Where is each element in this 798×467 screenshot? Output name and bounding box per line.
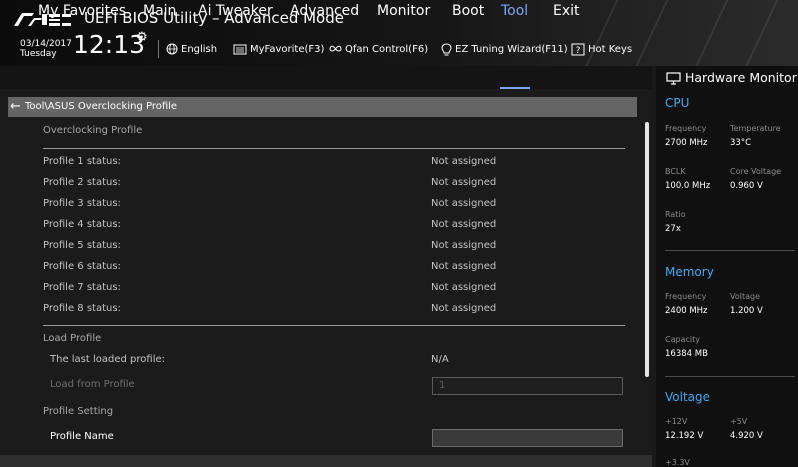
- voltage-12v-label: +12V: [665, 417, 688, 426]
- section-load-profile: Load Profile: [43, 333, 102, 344]
- profile-7-status-label: Profile 7 status:: [43, 282, 121, 293]
- tab-tool[interactable]: Tool: [501, 2, 528, 21]
- cpu-frequency-value: 2700 MHz: [665, 138, 708, 148]
- hot-keys-label: Hot Keys: [588, 43, 633, 55]
- svg-text:?: ?: [576, 46, 581, 56]
- day-display: Tuesday: [20, 49, 57, 59]
- hw-section-voltage: Voltage: [665, 390, 711, 404]
- load-from-profile-label: Load from Profile: [50, 379, 135, 390]
- memory-frequency-label: Frequency: [665, 292, 707, 301]
- profile-1-status-value: Not assigned: [431, 156, 497, 167]
- hot-keys-button[interactable]: ? Hot Keys: [571, 40, 632, 58]
- profile-5-status-value: Not assigned: [431, 240, 497, 251]
- gear-icon[interactable]: ⚙: [136, 31, 148, 45]
- memory-voltage-label: Voltage: [730, 292, 761, 301]
- main-menu-bar: [0, 66, 652, 89]
- cpu-bclk-value: 100.0 MHz: [665, 181, 711, 191]
- breadcrumb: Tool\ASUS Overclocking Profile: [25, 101, 178, 112]
- cpu-bclk-label: BCLK: [665, 167, 686, 176]
- scrollbar[interactable]: [645, 122, 649, 377]
- back-arrow-icon[interactable]: ←: [10, 99, 21, 115]
- profile-4-status-label: Profile 4 status:: [43, 219, 121, 230]
- profile-3-status-value: Not assigned: [431, 198, 497, 209]
- profile-6-status-value: Not assigned: [431, 261, 497, 272]
- fan-icon: [329, 45, 342, 52]
- hw-divider: [665, 250, 795, 251]
- profile-2-status-label: Profile 2 status:: [43, 177, 121, 188]
- hardware-monitor-label: Hardware Monitor: [685, 70, 797, 85]
- qfan-control-label: Qfan Control(F6): [345, 43, 429, 55]
- myfavorite-label: MyFavorite(F3): [250, 43, 325, 55]
- profile-name-label: Profile Name: [50, 431, 114, 442]
- section-divider: [43, 325, 625, 326]
- globe-icon: [166, 43, 178, 55]
- cpu-temperature-value: 33°C: [730, 138, 752, 148]
- profile-6-status-label: Profile 6 status:: [43, 261, 121, 272]
- load-from-profile-input[interactable]: 1: [432, 377, 623, 395]
- tab-main[interactable]: Main: [143, 2, 176, 21]
- tab-my-favorites[interactable]: My Favorites: [38, 2, 126, 21]
- last-loaded-profile-label: The last loaded profile:: [50, 354, 165, 365]
- memory-capacity-label: Capacity: [665, 335, 700, 344]
- profile-4-status-value: Not assigned: [431, 219, 497, 230]
- cpu-core-voltage-value: 0.960 V: [730, 181, 763, 191]
- ez-tuning-wizard-button[interactable]: EZ Tuning Wizard(F11): [441, 40, 568, 58]
- tab-exit[interactable]: Exit: [553, 2, 580, 21]
- hw-divider: [665, 376, 795, 377]
- myfavorite-button[interactable]: MyFavorite(F3): [233, 40, 324, 58]
- tab-monitor[interactable]: Monitor: [377, 2, 430, 21]
- cpu-ratio-value: 27x: [665, 224, 681, 234]
- voltage-3v3-label: +3.3V: [665, 458, 690, 467]
- profile-7-status-value: Not assigned: [431, 282, 497, 293]
- memory-capacity-value: 16384 MB: [665, 349, 708, 359]
- bulb-icon: [441, 42, 452, 55]
- date-display: 03/14/2017: [20, 39, 72, 49]
- profile-name-input[interactable]: [432, 429, 623, 447]
- profile-3-status-label: Profile 3 status:: [43, 198, 121, 209]
- help-icon: ?: [571, 43, 585, 56]
- section-overclocking-profile: Overclocking Profile: [43, 125, 143, 136]
- profile-8-status-label: Profile 8 status:: [43, 303, 121, 314]
- section-divider: [43, 148, 625, 149]
- cpu-ratio-label: Ratio: [665, 210, 686, 219]
- hw-section-cpu: CPU: [665, 96, 690, 110]
- voltage-5v-value: 4.920 V: [730, 431, 763, 441]
- profile-1-status-label: Profile 1 status:: [43, 156, 121, 167]
- qfan-control-button[interactable]: Qfan Control(F6): [329, 40, 428, 58]
- tab-ai-tweaker[interactable]: Ai Tweaker: [198, 2, 273, 21]
- tab-boot[interactable]: Boot: [452, 2, 484, 21]
- memory-voltage-value: 1.200 V: [730, 306, 763, 316]
- section-profile-setting: Profile Setting: [43, 406, 114, 417]
- ez-tuning-wizard-label: EZ Tuning Wizard(F11): [455, 43, 568, 55]
- profile-2-status-value: Not assigned: [431, 177, 497, 188]
- cpu-frequency-label: Frequency: [665, 124, 707, 133]
- monitor-icon: [666, 71, 681, 85]
- hardware-monitor-title: Hardware Monitor: [666, 69, 797, 87]
- header-divider: [158, 40, 159, 58]
- cpu-temperature-label: Temperature: [730, 124, 781, 133]
- profile-8-status-value: Not assigned: [431, 303, 497, 314]
- last-loaded-profile-value: N/A: [431, 354, 449, 365]
- favorite-icon: [233, 44, 247, 54]
- help-strip: [0, 455, 652, 467]
- voltage-5v-label: +5V: [730, 417, 748, 426]
- language-button[interactable]: English: [166, 40, 217, 58]
- hw-section-memory: Memory: [665, 265, 714, 279]
- memory-frequency-value: 2400 MHz: [665, 306, 708, 316]
- voltage-12v-value: 12.192 V: [665, 431, 704, 441]
- tab-advanced[interactable]: Advanced: [290, 2, 359, 21]
- cpu-core-voltage-label: Core Voltage: [730, 167, 782, 176]
- clock-display: 12:13: [73, 30, 146, 59]
- language-label: English: [181, 43, 218, 55]
- profile-5-status-label: Profile 5 status:: [43, 240, 121, 251]
